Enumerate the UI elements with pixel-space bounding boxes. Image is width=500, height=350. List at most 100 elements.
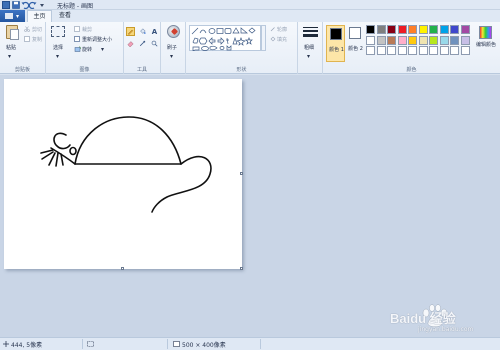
paint-app-icon[interactable] <box>2 1 10 9</box>
color2-selector[interactable]: 颜色 2 <box>347 25 364 62</box>
brushes-button[interactable]: 刷子 <box>167 44 177 51</box>
tab-home[interactable]: 主页 <box>27 10 52 22</box>
color-spectrum-icon <box>479 26 492 39</box>
pencil-icon[interactable] <box>126 27 135 36</box>
eraser-icon[interactable] <box>126 39 135 48</box>
select-icon[interactable] <box>51 26 65 37</box>
shape-icons[interactable] <box>191 27 261 51</box>
paint-menu-button[interactable]: ▾ <box>0 10 25 22</box>
outline-button[interactable]: 轮廓 <box>277 26 287 33</box>
color-picker-icon[interactable] <box>138 39 147 48</box>
size-group: 粗细 ▾ <box>298 22 323 74</box>
crop-button[interactable]: 裁剪 <box>82 26 92 33</box>
palette-swatch[interactable] <box>460 46 470 55</box>
brushes-dropdown-icon[interactable]: ▾ <box>170 53 173 60</box>
paste-icon[interactable] <box>6 25 19 40</box>
ribbon: 粘贴 ▾ 剪切 复制 剪贴板 选择 ▾ 裁剪 重新调整大小 旋转 ▾ 图像 A … <box>0 22 500 74</box>
chevron-down-icon: ▾ <box>16 13 20 20</box>
resize-button[interactable]: 重新调整大小 <box>82 36 112 43</box>
palette-swatch[interactable] <box>418 35 428 45</box>
cut-button[interactable]: 剪切 <box>32 26 42 33</box>
redo-icon[interactable] <box>29 1 37 9</box>
palette-swatch[interactable] <box>366 25 375 34</box>
palette-swatch[interactable] <box>429 35 438 45</box>
palette-swatch[interactable] <box>408 46 417 55</box>
palette-swatch[interactable] <box>408 35 417 45</box>
colors-group: 颜色 1 颜色 2 编辑颜色 颜色 <box>323 22 500 74</box>
text-tool-icon[interactable]: A <box>150 27 159 36</box>
palette-swatch[interactable] <box>460 25 470 34</box>
status-separator <box>82 339 83 349</box>
palette-swatch[interactable] <box>376 35 386 45</box>
save-icon[interactable] <box>12 1 20 9</box>
line-size-icon[interactable] <box>303 27 318 38</box>
tab-view[interactable]: 查看 <box>54 10 76 22</box>
rotate-button[interactable]: 旋转 <box>82 46 92 53</box>
shapes-group-label: 形状 <box>236 67 247 73</box>
palette-swatch[interactable] <box>460 35 470 45</box>
color2-swatch <box>349 27 361 39</box>
palette-swatch[interactable] <box>439 25 449 34</box>
outline-icon <box>270 27 275 32</box>
cursor-position: 444, 5像素 <box>11 342 43 349</box>
fill-icon <box>270 36 276 42</box>
palette-swatch[interactable] <box>366 46 375 55</box>
select-dropdown-icon[interactable]: ▾ <box>56 53 59 60</box>
palette-swatch[interactable] <box>450 25 459 34</box>
canvas-resize-handle-bottom[interactable] <box>121 267 124 270</box>
size-dropdown-icon[interactable]: ▾ <box>307 53 310 60</box>
mouse-drawing <box>40 116 212 213</box>
palette-swatch[interactable] <box>376 46 386 55</box>
magnifier-icon[interactable] <box>150 39 159 48</box>
rotate-dropdown-icon[interactable]: ▾ <box>101 46 104 53</box>
palette-swatch[interactable] <box>387 25 396 34</box>
palette-swatch[interactable] <box>397 35 407 45</box>
palette-swatch[interactable] <box>418 25 428 34</box>
customize-quick-access-icon[interactable] <box>38 1 46 9</box>
palette-swatch[interactable] <box>429 46 438 55</box>
canvas-size: 500 × 400像素 <box>182 342 226 349</box>
shapes-gallery-scrollbar[interactable] <box>261 25 266 51</box>
copy-button[interactable]: 复制 <box>32 36 42 43</box>
palette-swatch[interactable] <box>429 25 438 34</box>
copy-icon <box>24 36 30 42</box>
palette-swatch[interactable] <box>387 35 396 45</box>
palette-swatch[interactable] <box>408 25 417 34</box>
clipboard-group: 粘贴 ▾ 剪切 复制 剪贴板 <box>0 22 46 74</box>
palette-swatch[interactable] <box>439 46 449 55</box>
palette-swatch[interactable] <box>450 35 459 45</box>
watermark-text: Baidu 经验 <box>390 311 456 326</box>
drawing-canvas[interactable] <box>4 79 243 270</box>
canvas-resize-handle-right[interactable] <box>240 172 243 175</box>
size-button[interactable]: 粗细 <box>304 44 314 51</box>
color1-swatch <box>330 28 342 40</box>
edit-colors-button[interactable]: 编辑颜色 <box>474 25 498 65</box>
crop-icon <box>74 26 80 32</box>
color1-selector[interactable]: 颜色 1 <box>326 25 345 62</box>
palette-swatch[interactable] <box>387 46 396 55</box>
fill-button[interactable]: 填充 <box>277 36 287 43</box>
palette-swatch[interactable] <box>439 35 449 45</box>
status-separator <box>167 339 168 349</box>
paste-button[interactable]: 粘贴 <box>6 44 16 51</box>
palette-swatch[interactable] <box>397 25 407 34</box>
shapes-group: 轮廓 填充 形状 <box>186 22 298 74</box>
select-button[interactable]: 选择 <box>53 44 63 51</box>
paste-dropdown-icon[interactable]: ▾ <box>8 53 11 60</box>
undo-icon[interactable] <box>21 1 29 9</box>
colors-group-label: 颜色 <box>406 67 417 73</box>
canvas-resize-handle-corner[interactable] <box>240 267 243 270</box>
fill-bucket-icon[interactable] <box>138 27 147 36</box>
brush-icon[interactable] <box>167 25 180 38</box>
palette-swatch[interactable] <box>450 46 459 55</box>
color1-label: 颜色 1 <box>329 47 344 53</box>
palette-swatch[interactable] <box>376 25 386 34</box>
shapes-gallery <box>189 25 261 51</box>
tools-group: A 工具 <box>124 22 161 74</box>
baidu-watermark: Baidu 经验 jingyan.baidu.com <box>388 298 496 334</box>
palette-swatch[interactable] <box>418 46 428 55</box>
palette-swatch[interactable] <box>366 35 375 45</box>
tools-group-label: 工具 <box>136 67 147 73</box>
palette-swatch[interactable] <box>397 46 407 55</box>
brushes-group: 刷子 ▾ <box>161 22 186 74</box>
